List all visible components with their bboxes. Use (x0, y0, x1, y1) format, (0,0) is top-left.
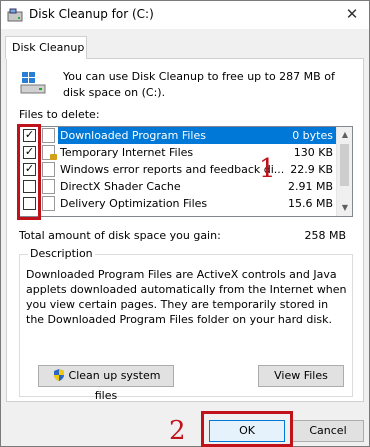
window-title: Disk Cleanup for (C:) (29, 7, 154, 21)
annotation-number-two: 2 (169, 416, 186, 446)
scroll-up-arrow-icon[interactable]: ▲ (337, 127, 352, 143)
item-size: 22.9 KB (290, 163, 333, 176)
annotation-box-checkboxes (17, 124, 41, 220)
tab-disk-cleanup[interactable]: Disk Cleanup (5, 36, 87, 59)
annotation-number-one: 1 (259, 154, 276, 184)
scroll-down-arrow-icon[interactable]: ▼ (337, 200, 352, 216)
total-space-label: Total amount of disk space you gain: (19, 229, 221, 242)
item-size: 0 bytes (292, 129, 333, 142)
title-bar: Disk Cleanup for (C:) ✕ (1, 1, 369, 29)
cancel-button[interactable]: Cancel (292, 420, 364, 442)
item-size: 2.91 MB (287, 180, 333, 193)
annotation-box-ok (201, 411, 293, 447)
item-size: 130 KB (293, 146, 333, 159)
list-item[interactable]: ✓ Windows error reports and feedback di.… (20, 161, 337, 178)
shield-icon (53, 369, 64, 381)
file-icon (42, 196, 55, 211)
file-icon (42, 162, 55, 177)
tab-panel: You can use Disk Cleanup to free up to 2… (6, 58, 364, 402)
disk-cleanup-window: Disk Cleanup for (C:) ✕ Disk Cleanup You… (0, 0, 370, 447)
locked-file-icon (42, 145, 57, 160)
files-list[interactable]: ✓ Downloaded Program Files 0 bytes ✓ Tem… (19, 126, 353, 217)
item-name: Delivery Optimization Files (60, 197, 208, 210)
clean-up-system-files-label: Clean up system files (68, 369, 161, 402)
item-name: DirectX Shader Cache (60, 180, 181, 193)
description-text: Downloaded Program Files are ActiveX con… (26, 268, 347, 326)
list-item[interactable]: ✓ Temporary Internet Files 130 KB (20, 144, 337, 161)
item-name: Temporary Internet Files (60, 146, 194, 159)
description-legend: Description (28, 247, 95, 260)
view-files-button[interactable]: View Files (258, 365, 344, 387)
scroll-thumb[interactable] (340, 144, 349, 186)
total-space-value: 258 MB (304, 229, 346, 242)
file-icon (42, 128, 55, 143)
item-size: 15.6 MB (287, 197, 333, 210)
files-to-delete-label: Files to delete: (19, 108, 100, 121)
list-scrollbar[interactable]: ▲ ▼ (336, 127, 352, 216)
disk-cleanup-icon (7, 8, 23, 22)
windows-drive-icon (20, 72, 46, 94)
list-item[interactable]: Delivery Optimization Files 15.6 MB (20, 195, 337, 212)
clean-up-system-files-button[interactable]: Clean up system files (38, 365, 174, 402)
intro-text: You can use Disk Cleanup to free up to 2… (63, 70, 335, 99)
close-button[interactable]: ✕ (335, 1, 369, 29)
item-name: Windows error reports and feedback di... (60, 163, 285, 176)
description-group: Description Downloaded Program Files are… (19, 247, 353, 402)
list-item[interactable]: ✓ Downloaded Program Files 0 bytes (20, 127, 337, 144)
file-icon (42, 179, 55, 194)
list-item[interactable]: DirectX Shader Cache 2.91 MB (20, 178, 337, 195)
item-name: Downloaded Program Files (60, 129, 206, 142)
